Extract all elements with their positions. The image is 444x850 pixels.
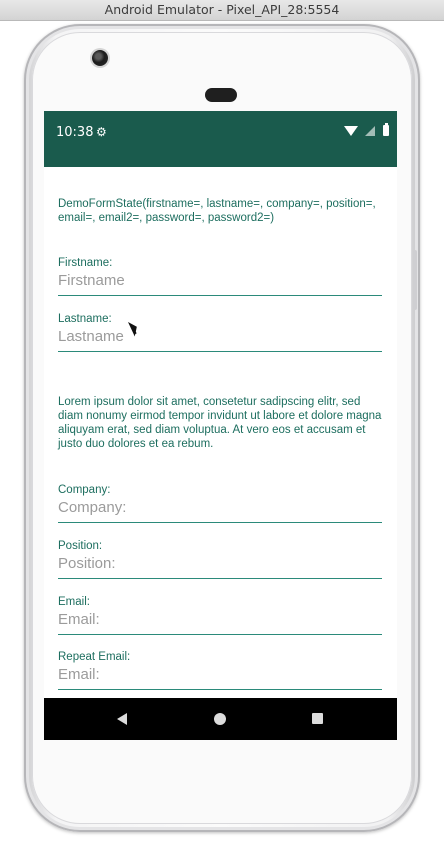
position-input[interactable]	[58, 555, 382, 579]
navigation-bar	[44, 698, 397, 740]
position-field: Position:	[58, 539, 382, 579]
position-label: Position:	[58, 540, 103, 552]
form-state-text: DemoFormState(firstname=, lastname=, com…	[58, 198, 376, 224]
email-label: Email:	[58, 596, 90, 608]
gear-icon: ⚙	[96, 125, 107, 139]
earpiece-speaker	[205, 88, 237, 102]
email-field: Email:	[58, 595, 382, 635]
status-bar: 10:38 ⚙	[44, 111, 397, 167]
signal-icon	[365, 126, 375, 136]
email-input[interactable]	[58, 611, 382, 635]
device-screen: 10:38 ⚙ DemoFormState(firstname=, lastna…	[44, 111, 397, 740]
company-label: Company:	[58, 484, 111, 496]
lastname-field: Lastname:	[58, 312, 382, 352]
recents-icon[interactable]	[312, 713, 323, 724]
company-field: Company:	[58, 483, 382, 523]
home-icon[interactable]	[214, 713, 226, 725]
repeat-email-input[interactable]	[58, 666, 382, 690]
battery-icon	[383, 123, 389, 136]
wifi-icon	[344, 126, 358, 136]
front-camera-icon	[92, 50, 108, 66]
company-input[interactable]	[58, 499, 382, 523]
repeat-email-label: Repeat Email:	[58, 651, 131, 663]
firstname-field: Firstname:	[58, 256, 382, 296]
form-content[interactable]: DemoFormState(firstname=, lastname=, com…	[44, 167, 397, 698]
firstname-input[interactable]	[58, 272, 382, 296]
lorem-paragraph: Lorem ipsum dolor sit amet, consetetur s…	[58, 396, 382, 450]
status-clock: 10:38	[56, 125, 94, 140]
window-title: Android Emulator - Pixel_API_28:5554	[0, 0, 444, 21]
lastname-label: Lastname:	[58, 313, 112, 325]
lastname-input[interactable]	[58, 328, 382, 352]
firstname-label: Firstname:	[58, 257, 113, 269]
back-icon[interactable]	[117, 713, 127, 725]
power-button[interactable]	[413, 250, 417, 310]
repeat-email-field: Repeat Email:	[58, 650, 382, 690]
